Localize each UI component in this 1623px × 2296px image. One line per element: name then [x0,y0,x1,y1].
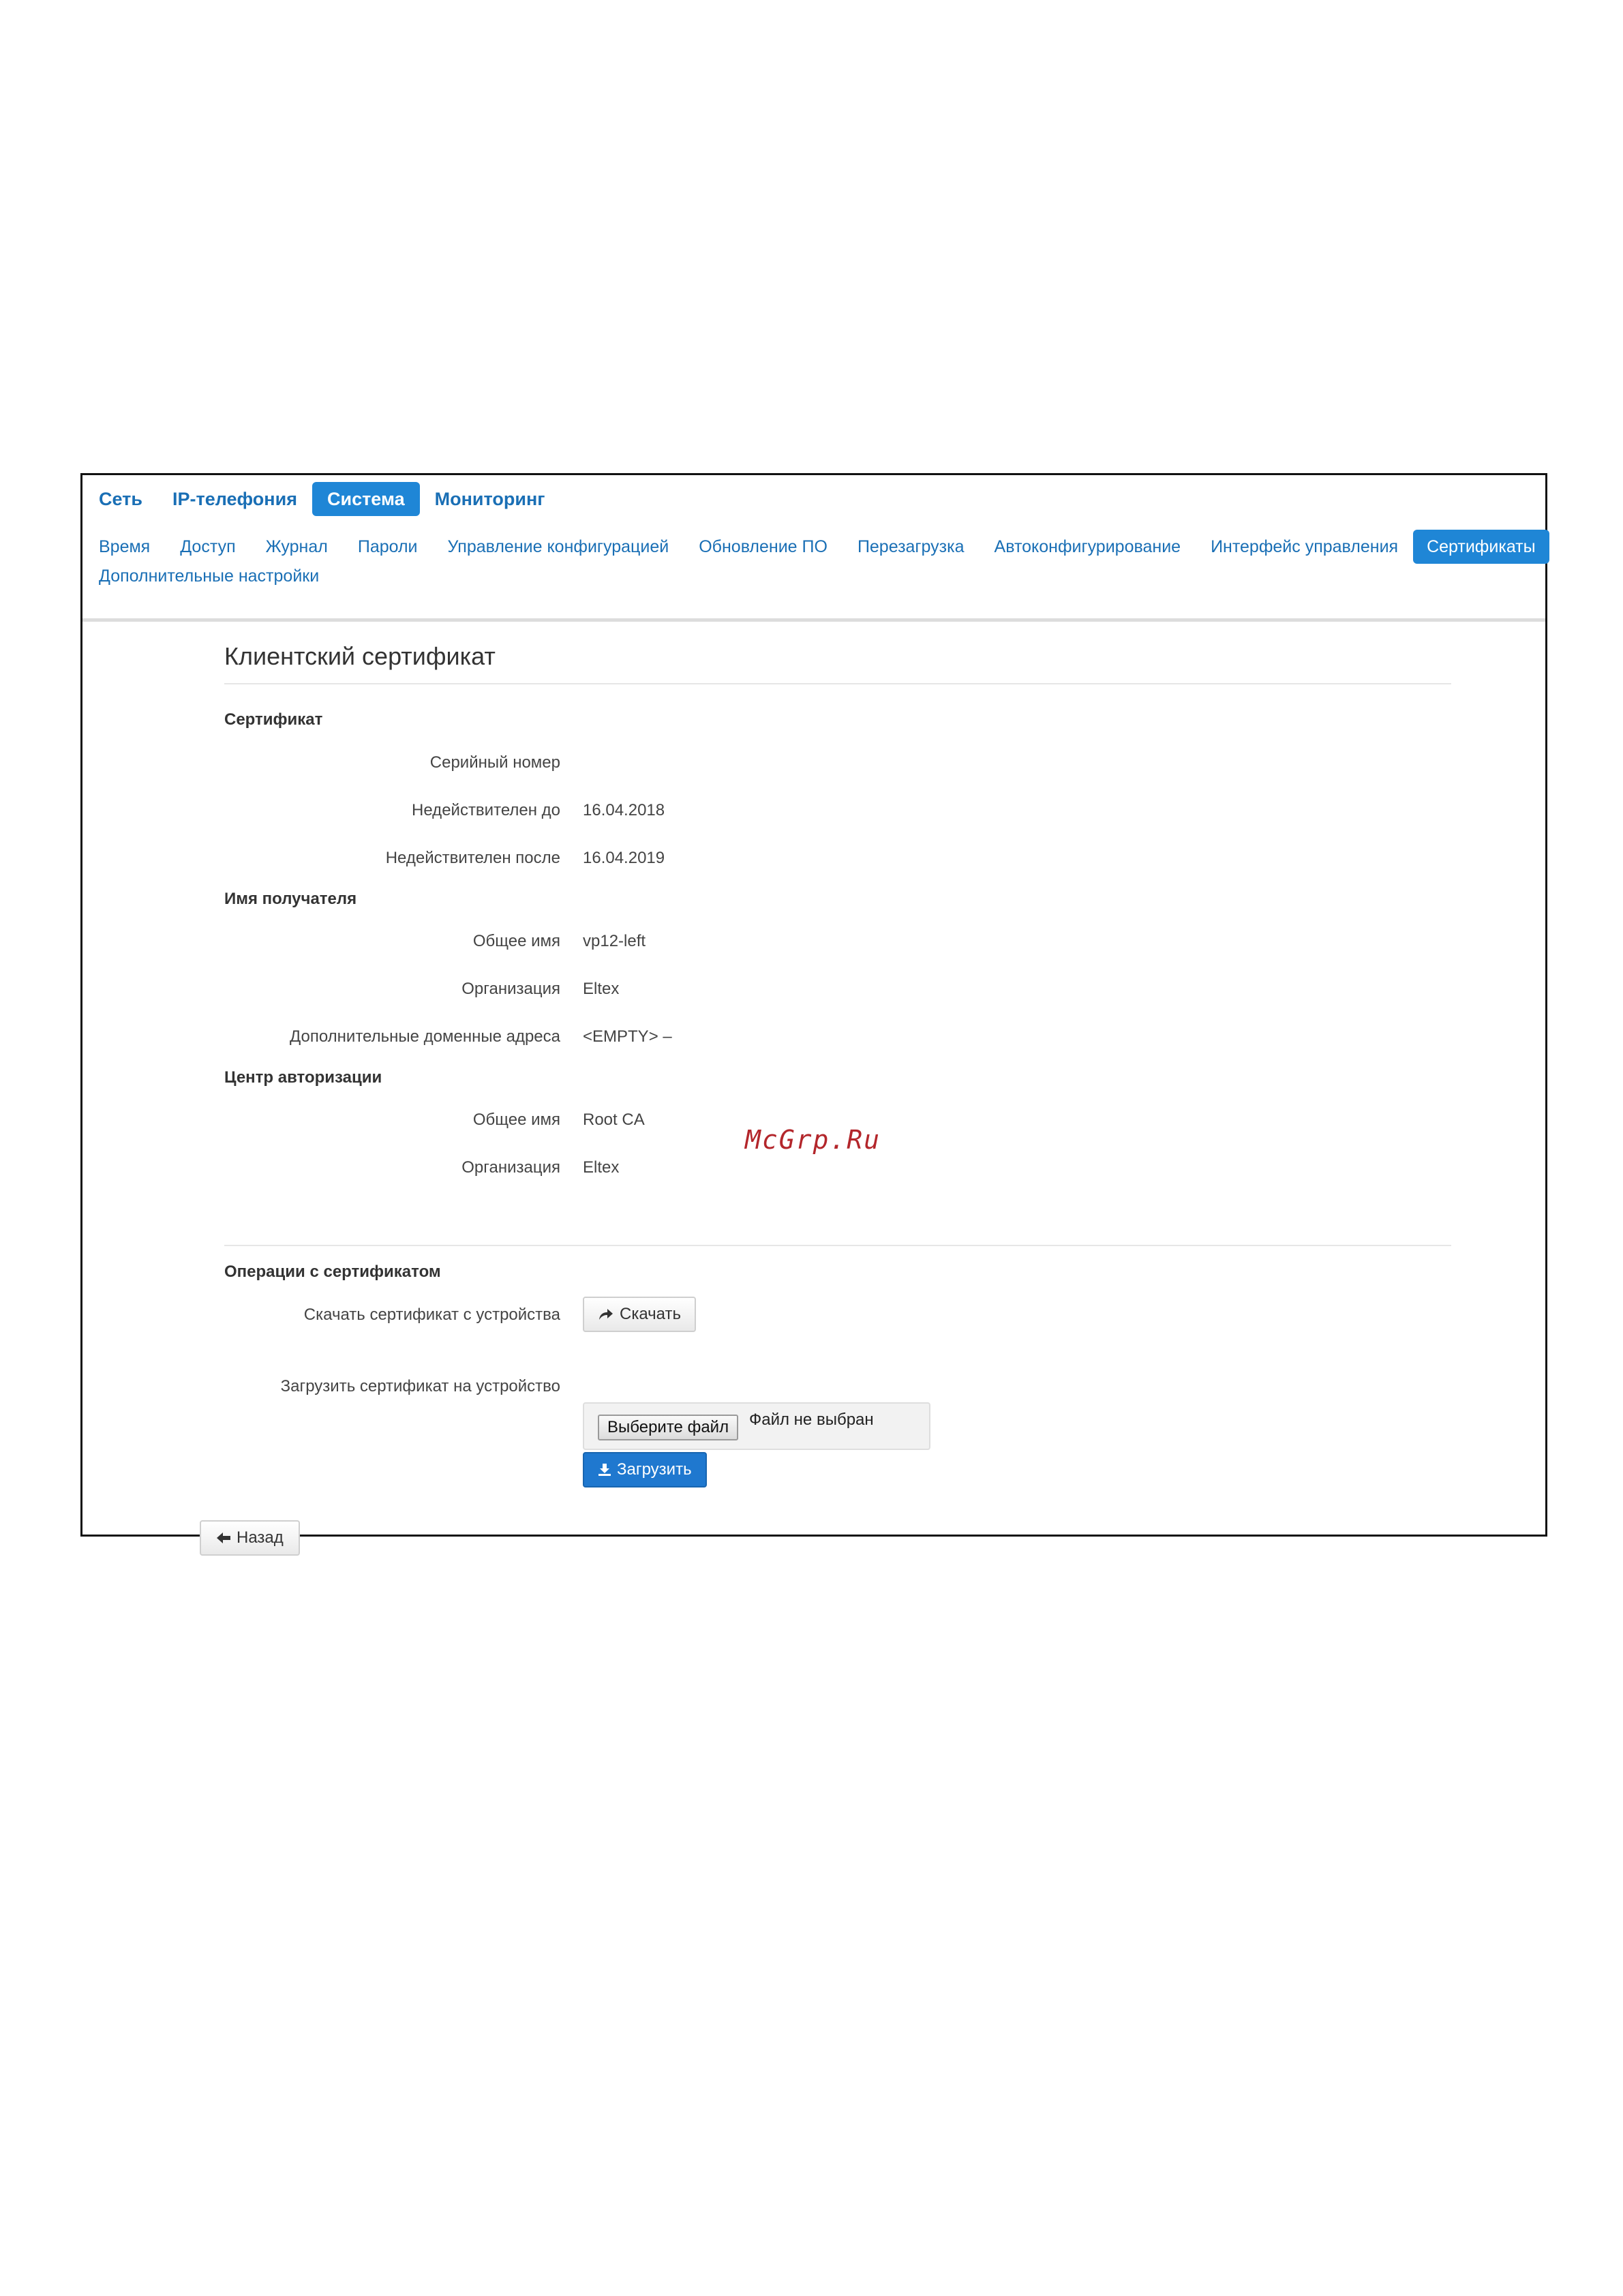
upload-button-label: Загрузить [617,1460,692,1479]
issuer-cn-label: Общее имя [472,1111,560,1129]
share-arrow-icon [599,1309,613,1320]
issuer-org-label: Организация [461,1158,560,1177]
top-nav-ip-telephony[interactable]: IP-телефония [157,482,312,516]
serial-label: Серийный номер [429,753,560,772]
section-certificate: Сертификат [224,710,323,729]
subject-san-value: <EMPTY> – [583,1027,672,1046]
watermark: McGrp.Ru [745,1125,881,1155]
back-button-label: Назад [237,1528,284,1547]
sub-nav-management-interface[interactable]: Интерфейс управления [1196,530,1413,564]
operations-divider [224,1245,1451,1246]
sub-nav-additional-settings[interactable]: Дополнительные настройки [99,559,334,593]
subject-org-label: Организация [461,980,560,998]
sub-nav-autoconfig[interactable]: Автоконфигурирование [980,530,1196,564]
download-label: Скачать сертификат с устройства [303,1305,560,1324]
sub-nav-certificates[interactable]: Сертификаты [1413,530,1549,564]
section-operations: Операции с сертификатом [224,1263,441,1281]
subject-san-label: Дополнительные доменные адреса [289,1027,560,1046]
sub-nav-firmware-update[interactable]: Обновление ПО [684,530,843,564]
download-button[interactable]: Скачать [583,1297,696,1332]
subject-org-value: Eltex [583,980,620,998]
not-after-value: 16.04.2019 [583,849,665,867]
section-issuer: Центр авторизации [224,1068,382,1087]
upload-label: Загрузить сертификат на устройство [280,1377,560,1395]
section-subject: Имя получателя [224,890,357,908]
choose-file-button[interactable]: Выберите файл [598,1415,739,1440]
issuer-org-value: Eltex [583,1158,620,1177]
sub-nav: Время Доступ Журнал Пароли Управление ко… [99,528,1549,593]
download-icon [598,1464,611,1476]
subject-cn-value: vp12-left [583,932,646,950]
sub-nav-config-management[interactable]: Управление конфигурацией [433,530,684,564]
title-divider [224,683,1451,684]
arrow-left-icon [217,1532,230,1543]
app-window: Сеть IP-телефония Система Мониторинг Вре… [80,473,1549,1556]
file-status: Файл не выбран [749,1410,874,1429]
top-nav-system[interactable]: Система [312,482,420,516]
not-after-label: Недействителен после [385,849,560,867]
file-input[interactable]: Выберите файл Файл не выбран [583,1402,930,1450]
page-title: Клиентский сертификат [224,642,496,670]
sub-nav-passwords[interactable]: Пароли [343,530,433,564]
back-button[interactable]: Назад [200,1520,300,1556]
issuer-cn-value: Root CA [583,1111,645,1129]
top-nav: Сеть IP-телефония Система Мониторинг [99,481,560,517]
nav-divider [82,618,1545,622]
not-before-value: 16.04.2018 [583,801,665,819]
download-button-label: Скачать [620,1305,681,1323]
upload-button[interactable]: Загрузить [583,1452,707,1487]
subject-cn-label: Общее имя [472,932,560,950]
not-before-label: Недействителен до [412,801,560,819]
sub-nav-reboot[interactable]: Перезагрузка [843,530,980,564]
top-nav-network[interactable]: Сеть [99,482,157,516]
top-nav-monitoring[interactable]: Мониторинг [420,482,560,516]
